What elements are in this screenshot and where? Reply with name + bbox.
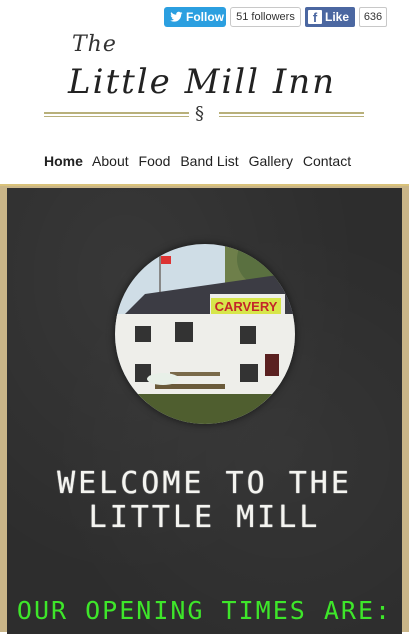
twitter-bird-icon <box>170 11 183 22</box>
logo-name-text: Little Mill Inn <box>68 62 337 102</box>
welcome-heading-line2: Little Mill <box>88 500 321 535</box>
content-frame: CARVERY Welcome to the Little Mill Our o… <box>0 184 409 634</box>
nav-gallery[interactable]: Gallery <box>249 153 293 169</box>
facebook-f-icon: f <box>308 10 322 25</box>
social-bar: Follow 51 followers f Like 636 <box>0 7 409 29</box>
nav-band-list[interactable]: Band List <box>180 153 238 169</box>
nav-food[interactable]: Food <box>139 153 171 169</box>
nav-contact[interactable]: Contact <box>303 153 351 169</box>
facebook-like-button[interactable]: f Like <box>305 7 355 27</box>
carvery-sign: CARVERY <box>215 299 278 314</box>
welcome-heading-line1: Welcome to the <box>57 466 352 501</box>
facebook-like-count: 636 <box>359 7 387 27</box>
logo-ornament: § <box>195 103 204 124</box>
site-logo[interactable]: The Little Mill Inn § <box>40 30 370 130</box>
nav-home[interactable]: Home <box>44 153 83 169</box>
logo-divider <box>44 110 364 120</box>
pub-photo: CARVERY <box>115 244 295 424</box>
nav-about[interactable]: About <box>92 153 129 169</box>
main-nav: Home About Food Band List Gallery Contac… <box>44 153 357 173</box>
opening-times-heading: Our opening times are: <box>16 596 393 625</box>
facebook-like-label: Like <box>325 10 350 24</box>
twitter-follower-count[interactable]: 51 followers <box>230 7 301 27</box>
twitter-follow-button[interactable]: Follow <box>164 7 226 27</box>
logo-the-text: The <box>72 32 117 57</box>
chalkboard: CARVERY Welcome to the Little Mill Our o… <box>7 188 402 634</box>
twitter-follow-label: Follow <box>186 10 224 24</box>
